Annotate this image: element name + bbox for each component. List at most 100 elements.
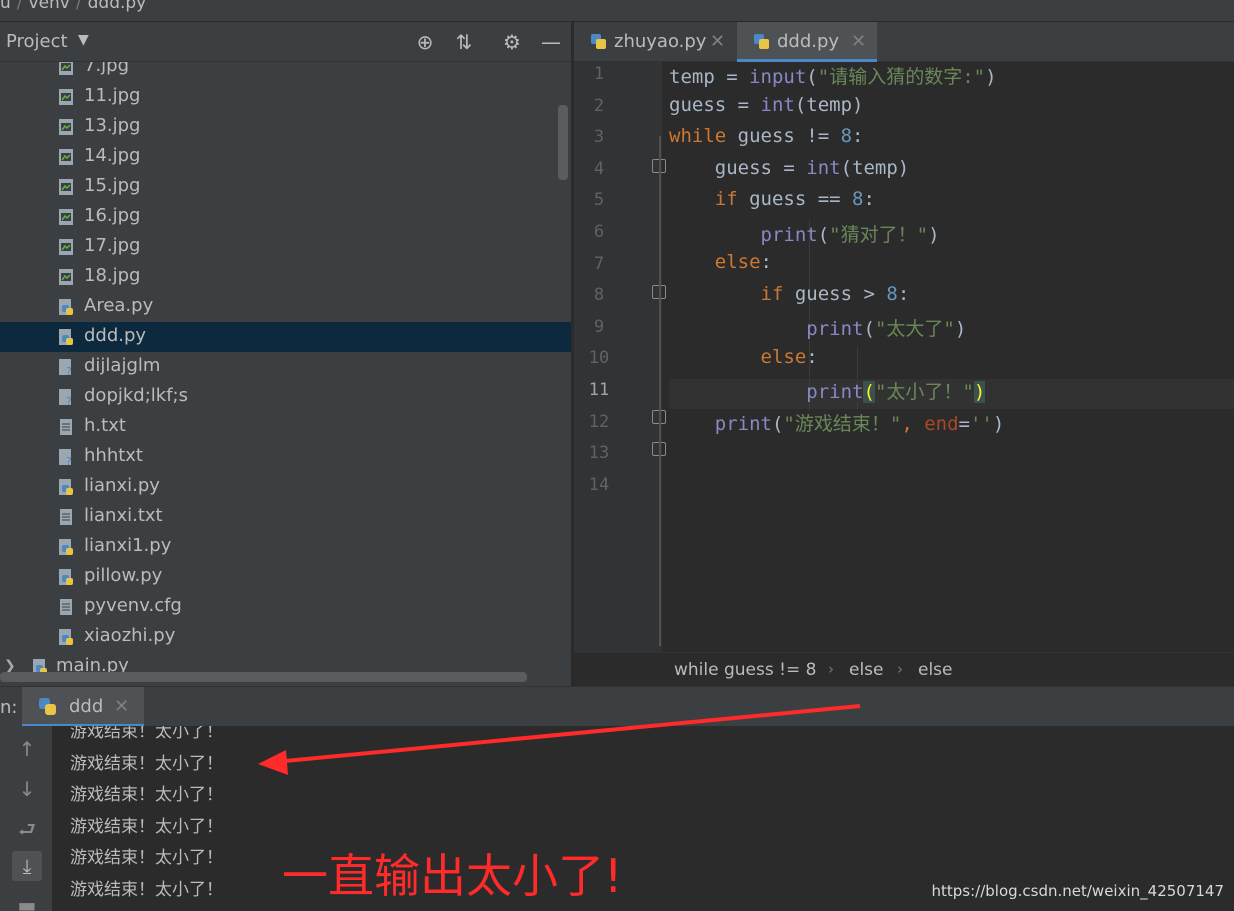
image-file-icon <box>59 179 73 195</box>
chevron-down-icon[interactable]: ▼ <box>78 32 89 48</box>
chevron-right-icon: › <box>897 660 903 678</box>
line-number-gutter: 1 2 3 4 5 6 7 8 9 10 11 12 13 14 <box>574 62 666 652</box>
file-name: 13.jpg <box>84 115 141 136</box>
line-number: 11 <box>588 380 610 400</box>
code-line-6: print("猜对了！") <box>760 224 940 246</box>
structure-breadcrumbs: while guess != 8 › else › else <box>574 652 1234 686</box>
project-tree-item[interactable]: 16.jpg <box>0 202 571 232</box>
watermark: https://blog.csdn.net/weixin_42507147 <box>931 882 1224 900</box>
scroll-to-end-icon[interactable]: ⤓ <box>12 851 42 881</box>
file-name: Area.py <box>84 295 154 316</box>
project-tree-item[interactable]: ? dijlajglm <box>0 352 571 382</box>
python-icon <box>39 698 56 715</box>
run-tab-label: ddd <box>69 696 104 717</box>
vertical-scrollbar[interactable] <box>558 105 568 180</box>
file-name: xiaozhi.py <box>84 625 176 646</box>
project-tree-item[interactable]: Area.py <box>0 292 571 322</box>
tab-zhuyao[interactable]: zhuyao.py ✕ <box>574 22 736 62</box>
line-number: 13 <box>588 443 610 464</box>
project-tree-item[interactable]: xiaozhi.py <box>0 622 571 652</box>
close-icon[interactable]: ✕ <box>114 696 129 717</box>
project-tree: 7.jpg 11.jpg 13.jpg 14.jpg 15.jpg 16.jpg 17.jp… <box>0 52 571 682</box>
print-icon[interactable]: ▬ <box>12 890 42 911</box>
file-name: lianxi.py <box>84 475 160 496</box>
horizontal-scrollbar[interactable] <box>0 672 527 682</box>
soft-wrap-icon[interactable]: ⮐ <box>12 814 42 844</box>
breadcrumb: u / venv / ddd.py <box>0 0 152 13</box>
chevron-right-icon: › <box>828 660 834 678</box>
close-icon[interactable]: ✕ <box>710 31 725 52</box>
image-file-icon <box>59 119 73 135</box>
svg-text:?: ? <box>66 395 72 406</box>
console-line: 游戏结束！太小了！ <box>70 726 223 742</box>
hide-icon[interactable]: — <box>538 29 564 55</box>
code-line-7: else: <box>714 251 772 273</box>
image-file-icon <box>59 209 73 225</box>
project-tree-item[interactable]: ddd.py <box>0 322 571 352</box>
locate-icon[interactable]: ⊕ <box>412 29 438 55</box>
project-tree-item[interactable]: 15.jpg <box>0 172 571 202</box>
line-number: 10 <box>588 348 610 369</box>
line-number: 14 <box>588 474 610 495</box>
run-tab-ddd[interactable]: ddd ✕ <box>22 687 144 727</box>
project-tree-item[interactable]: 14.jpg <box>0 142 571 172</box>
code-line-12: print("游戏结束！", end='') <box>714 413 1005 435</box>
file-name: pyvenv.cfg <box>84 595 182 616</box>
line-number: 6 <box>593 222 605 242</box>
breadcrumb-item[interactable]: venv <box>29 0 70 13</box>
project-tree-item[interactable]: 17.jpg <box>0 232 571 262</box>
project-tree-item[interactable]: lianxi1.py <box>0 532 571 562</box>
code-line-8: if guess > 8: <box>760 283 910 305</box>
structure-crumb[interactable]: else <box>849 660 884 680</box>
console-line: 游戏结束！太小了！ <box>70 816 223 837</box>
line-number: 3 <box>593 127 605 148</box>
code-line-2: guess = int(temp) <box>669 94 864 116</box>
close-icon[interactable]: ✕ <box>851 31 866 52</box>
file-name: 14.jpg <box>84 145 141 166</box>
file-name: 18.jpg <box>84 265 141 286</box>
project-tree-item[interactable]: lianxi.txt <box>0 502 571 532</box>
project-tree-item[interactable]: 18.jpg <box>0 262 571 292</box>
project-tree-item[interactable]: pillow.py <box>0 562 571 592</box>
line-number: 7 <box>593 253 605 274</box>
structure-crumb[interactable]: while guess != 8 <box>674 660 816 680</box>
gear-icon[interactable]: ⚙ <box>499 29 525 55</box>
breadcrumb-item-current[interactable]: ddd.py <box>88 0 147 13</box>
unknown-file-icon: ? <box>59 359 72 376</box>
tab-ddd[interactable]: ddd.py ✕ <box>737 22 877 62</box>
svg-text:?: ? <box>66 455 72 466</box>
line-number: 5 <box>593 190 605 211</box>
code-area[interactable]: temp = input("请输入猜的数字:") guess = int(tem… <box>669 62 1234 652</box>
code-line-5: if guess == 8: <box>714 188 875 210</box>
project-tree-item[interactable]: 11.jpg <box>0 82 571 112</box>
unknown-file-icon: ? <box>59 389 72 406</box>
line-number: 2 <box>593 95 605 116</box>
python-file-icon <box>754 34 769 49</box>
line-number: 9 <box>593 316 605 337</box>
text-file-icon <box>60 419 72 435</box>
run-console[interactable]: ↑ ↓ ⮐ ⤓ ▬ 游戏结束！太小了！ 游戏结束！太小了！ 游戏结束！太小了！ 游戏结… <box>0 726 1234 911</box>
project-tree-item[interactable]: ? dopjkd;lkf;s <box>0 382 571 412</box>
code-line-3: while guess != 8: <box>669 125 864 147</box>
project-tree-item[interactable]: ? hhhtxt <box>0 442 571 472</box>
collapse-all-icon[interactable]: ⇅ <box>451 29 477 55</box>
project-view-selector[interactable]: Project <box>6 31 68 52</box>
file-name: lianxi.txt <box>84 505 163 526</box>
project-tree-item[interactable]: 13.jpg <box>0 112 571 142</box>
line-number: 12 <box>588 411 610 432</box>
breadcrumb-item[interactable]: u <box>0 0 11 13</box>
code-editor: zhuyao.py ✕ ddd.py ✕ 1 2 3 4 5 6 7 8 9 10 11 12 13 14… <box>574 22 1234 686</box>
project-tree-item[interactable]: pyvenv.cfg <box>0 592 571 622</box>
project-tree-item[interactable]: lianxi.py <box>0 472 571 502</box>
console-line: 游戏结束！太小了！ <box>70 906 223 911</box>
tab-label: zhuyao.py <box>614 31 707 52</box>
python-file-icon <box>59 539 73 555</box>
structure-crumb[interactable]: else <box>918 660 953 680</box>
project-tree-item[interactable]: h.txt <box>0 412 571 442</box>
arrow-up-icon[interactable]: ↑ <box>12 734 42 764</box>
image-file-icon <box>59 149 73 165</box>
file-name: dopjkd;lkf;s <box>84 385 188 406</box>
run-label: n: <box>0 697 18 718</box>
python-file-icon <box>59 299 73 315</box>
arrow-down-icon[interactable]: ↓ <box>12 774 42 804</box>
